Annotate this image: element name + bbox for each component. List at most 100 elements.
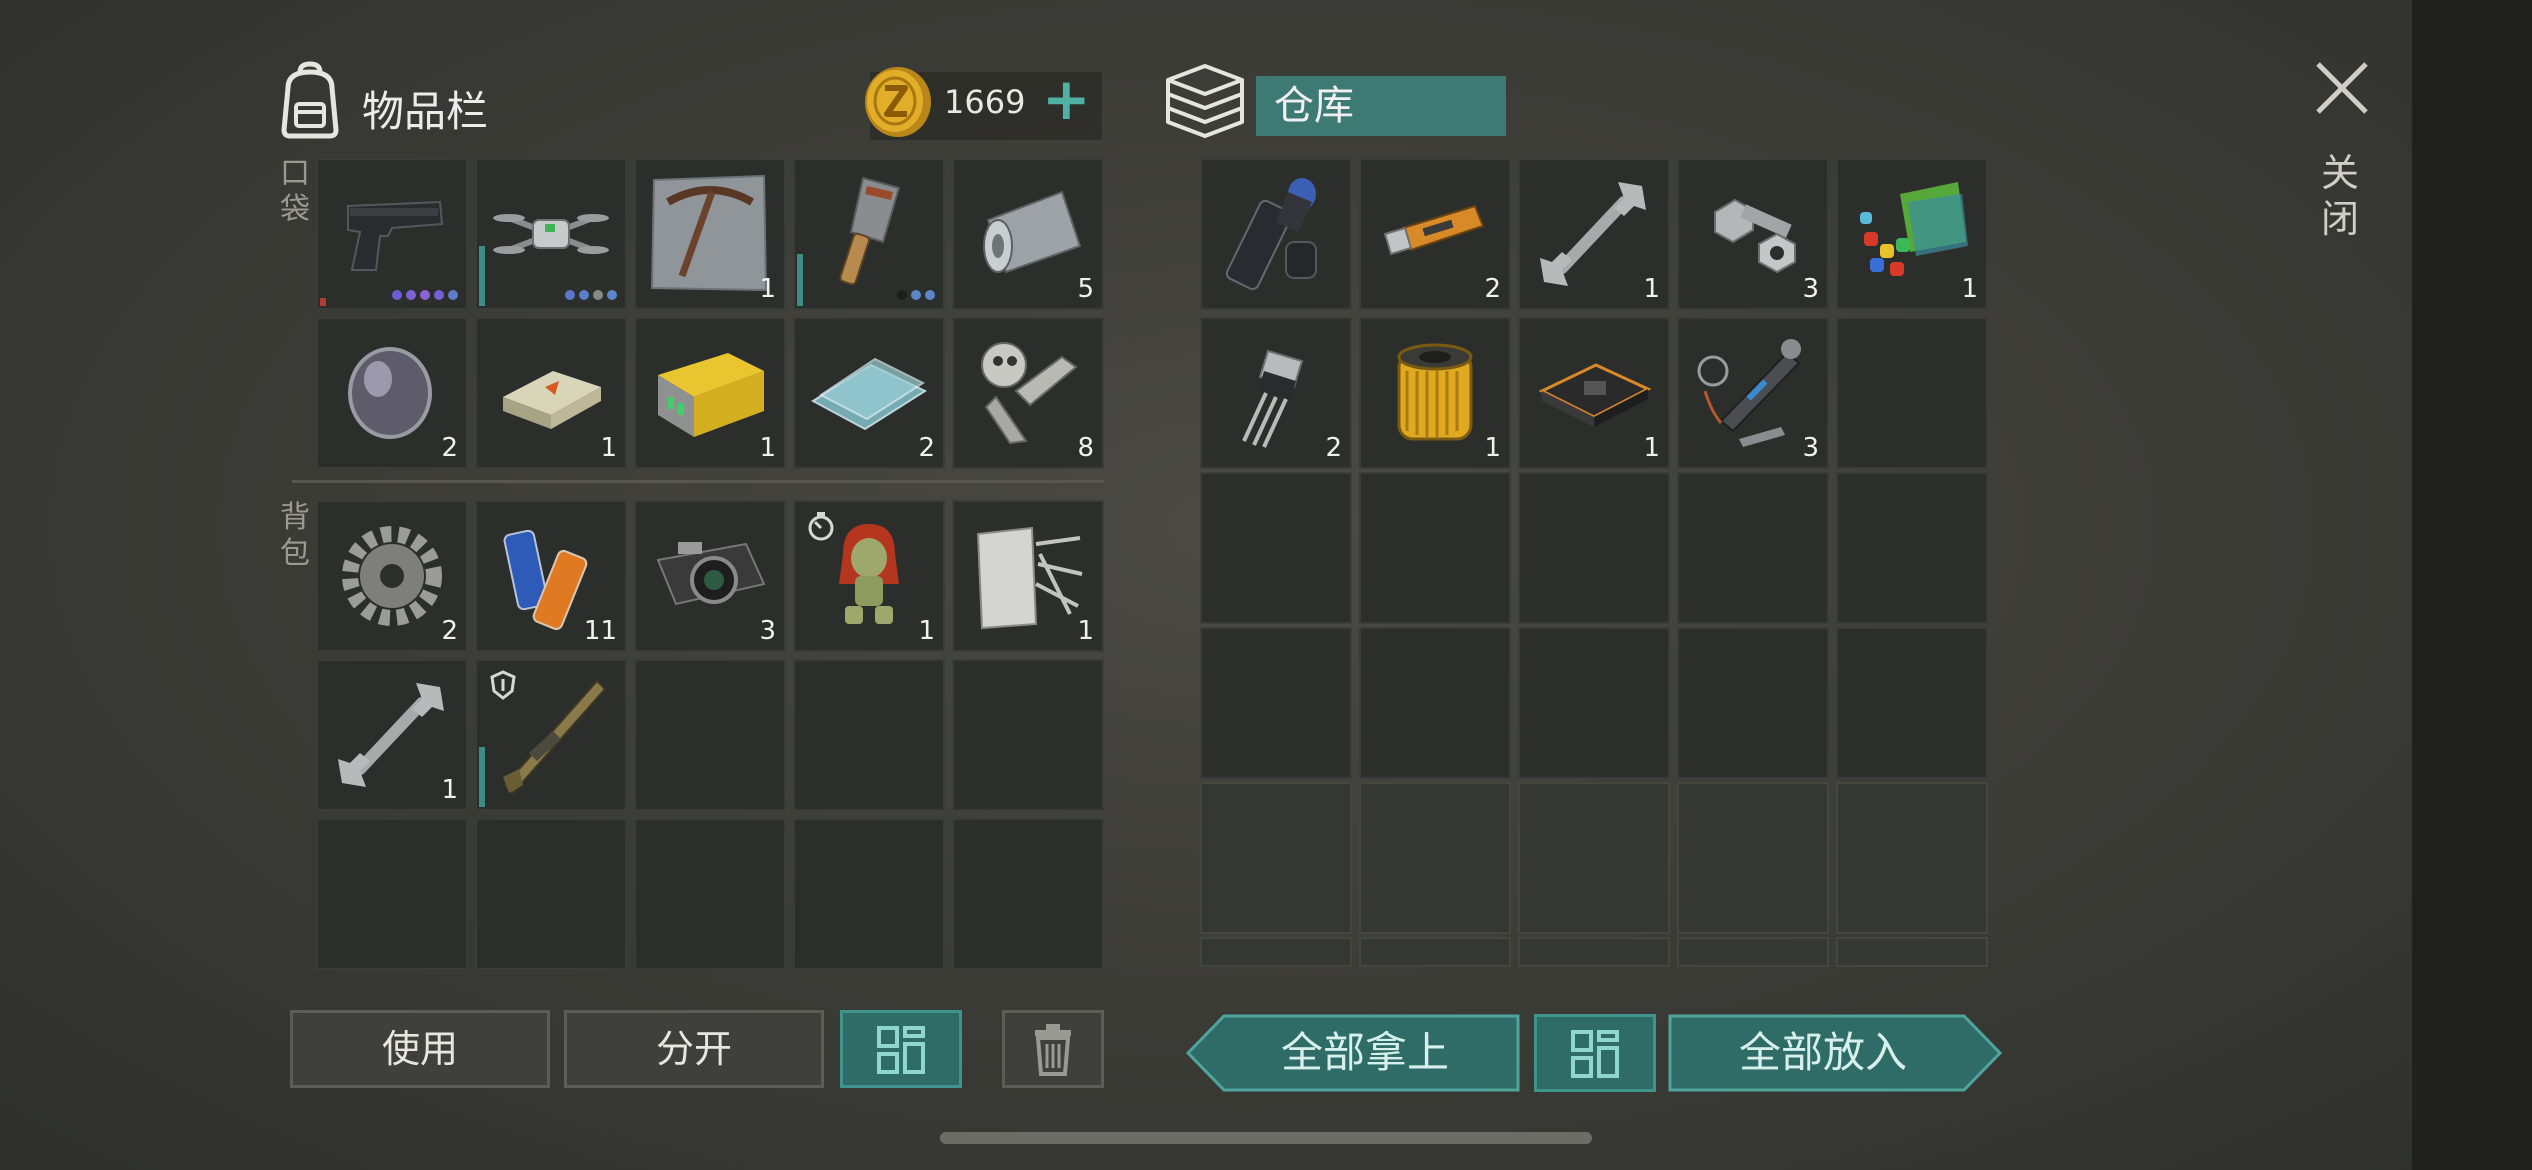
put-all-button[interactable]: 全部放入 bbox=[1668, 1014, 2002, 1092]
backpack-slot-empty[interactable] bbox=[316, 818, 468, 970]
item-count: 2 bbox=[1325, 433, 1342, 463]
storage-slot-empty[interactable] bbox=[1359, 627, 1511, 779]
storage-slot-empty[interactable] bbox=[1518, 627, 1670, 779]
backpack-slot-wrench[interactable]: 1 bbox=[316, 659, 468, 811]
storage-slot-locked[interactable] bbox=[1200, 782, 1352, 934]
close-icon[interactable] bbox=[2310, 56, 2374, 120]
pocket-slot-glass[interactable]: 2 bbox=[793, 317, 945, 469]
storage-slot-plastic[interactable]: 1 bbox=[1836, 158, 1988, 310]
close-label[interactable]: 关闭 bbox=[2320, 150, 2360, 242]
item-count: 5 bbox=[1077, 274, 1094, 304]
drone-icon bbox=[493, 214, 609, 254]
backpack-slot-empty[interactable] bbox=[952, 659, 1104, 811]
storage-slot-usb[interactable]: 2 bbox=[1359, 158, 1511, 310]
transistor-icon bbox=[1242, 349, 1304, 448]
storage-slot-locked[interactable] bbox=[1836, 937, 1988, 967]
storage-slot-motor-parts[interactable]: 3 bbox=[1677, 317, 1829, 469]
gear-icon bbox=[342, 526, 442, 626]
storage-slot-locked[interactable] bbox=[1518, 782, 1670, 934]
sort-storage-button[interactable] bbox=[1534, 1014, 1656, 1092]
item-count: 1 bbox=[600, 433, 617, 463]
fiber-cloth-icon bbox=[976, 526, 1083, 630]
backpack-slot-gear[interactable]: 2 bbox=[316, 500, 468, 652]
zombie-doll-icon bbox=[839, 524, 899, 624]
storage-slot-circuit-board[interactable]: 1 bbox=[1518, 317, 1670, 469]
item-count: 3 bbox=[759, 616, 776, 646]
backpack-slot-fiber-cloth[interactable]: 1 bbox=[952, 500, 1104, 652]
pickaxe-blueprint-icon bbox=[650, 174, 768, 292]
item-count: 1 bbox=[759, 274, 776, 304]
pocket-slot-battery-pack[interactable]: 1 bbox=[634, 317, 786, 469]
add-coins-button[interactable]: + bbox=[1042, 70, 1091, 128]
rifle-icon bbox=[503, 679, 607, 795]
pocket-slot-explosive[interactable]: 1 bbox=[475, 317, 627, 469]
item-count: 11 bbox=[583, 616, 617, 646]
storage-slot-empty[interactable] bbox=[1677, 627, 1829, 779]
flashlight-icon bbox=[1225, 178, 1317, 291]
backpack-slot-empty[interactable] bbox=[793, 659, 945, 811]
pocket-slot-pickaxe-blueprint[interactable]: 1 bbox=[634, 158, 786, 310]
storage-slot-empty[interactable] bbox=[1200, 472, 1352, 624]
backpack-slot-empty[interactable] bbox=[952, 818, 1104, 970]
put-all-label: 全部放入 bbox=[1738, 1028, 1907, 1077]
storage-slot-transistor[interactable]: 2 bbox=[1200, 317, 1352, 469]
storage-slot-locked[interactable] bbox=[1518, 937, 1670, 967]
storage-slot-locked[interactable] bbox=[1200, 937, 1352, 967]
storage-slot-wrench[interactable]: 1 bbox=[1518, 158, 1670, 310]
storage-slot-locked[interactable] bbox=[1359, 937, 1511, 967]
backpack-slot-batteries[interactable]: 11 bbox=[475, 500, 627, 652]
item-count: 1 bbox=[1643, 274, 1660, 304]
storage-slot-air-filter[interactable]: 1 bbox=[1359, 317, 1511, 469]
backpack-slot-empty[interactable] bbox=[793, 818, 945, 970]
pocket-slot-pistol[interactable] bbox=[316, 158, 468, 310]
storage-slot-empty[interactable] bbox=[1836, 627, 1988, 779]
item-count: 2 bbox=[918, 433, 935, 463]
storage-slot-empty[interactable] bbox=[1359, 472, 1511, 624]
backpack-label: 背包 bbox=[280, 500, 310, 571]
storage-slot-empty[interactable] bbox=[1518, 472, 1670, 624]
item-count: 2 bbox=[441, 616, 458, 646]
item-count: 1 bbox=[1077, 616, 1094, 646]
storage-slot-bolt-nut[interactable]: 3 bbox=[1677, 158, 1829, 310]
battery-pack-icon bbox=[658, 353, 764, 437]
item-count: 1 bbox=[1961, 274, 1978, 304]
mechanical-parts-icon bbox=[981, 342, 1078, 445]
pocket-slot-cleaver[interactable] bbox=[793, 158, 945, 310]
item-count: 3 bbox=[1802, 274, 1819, 304]
right-edge-strip bbox=[2412, 0, 2532, 1170]
backpack-slot-camera[interactable]: 3 bbox=[634, 500, 786, 652]
storage-slot-empty[interactable] bbox=[1200, 627, 1352, 779]
storage-slot-locked[interactable] bbox=[1836, 782, 1988, 934]
trash-button[interactable] bbox=[1002, 1010, 1104, 1088]
item-count: 2 bbox=[441, 433, 458, 463]
pocket-slot-lens[interactable]: 2 bbox=[316, 317, 468, 469]
storage-slot-empty[interactable] bbox=[1836, 472, 1988, 624]
trash-icon bbox=[1035, 1024, 1071, 1076]
storage-slot-locked[interactable] bbox=[1677, 782, 1829, 934]
take-all-label: 全部拿上 bbox=[1280, 1028, 1449, 1077]
use-button[interactable]: 使用 bbox=[290, 1010, 550, 1088]
storage-slot-empty[interactable] bbox=[1836, 317, 1988, 469]
pocket-slot-drone[interactable] bbox=[475, 158, 627, 310]
backpack-slot-rifle[interactable] bbox=[475, 659, 627, 811]
pocket-slot-metal-sheet[interactable]: 5 bbox=[952, 158, 1104, 310]
storage-slot-flashlight[interactable] bbox=[1200, 158, 1352, 310]
backpack-slot-zombie-doll[interactable]: 1 bbox=[793, 500, 945, 652]
metal-sheet-roll-icon bbox=[983, 190, 1082, 274]
storage-slot-locked[interactable] bbox=[1677, 937, 1829, 967]
home-indicator[interactable] bbox=[940, 1132, 1592, 1144]
split-button[interactable]: 分开 bbox=[564, 1010, 824, 1088]
item-count: 8 bbox=[1077, 433, 1094, 463]
backpack-slot-empty[interactable] bbox=[634, 659, 786, 811]
take-all-button[interactable]: 全部拿上 bbox=[1186, 1014, 1520, 1092]
sort-inventory-button[interactable] bbox=[840, 1010, 962, 1088]
durability-bar bbox=[797, 254, 803, 306]
cleaver-icon bbox=[839, 176, 901, 286]
wrench-icon bbox=[1540, 182, 1646, 286]
backpack-slot-empty[interactable] bbox=[475, 818, 627, 970]
storage-slot-empty[interactable] bbox=[1677, 472, 1829, 624]
pocket-slot-mech-parts[interactable]: 8 bbox=[952, 317, 1104, 469]
backpack-slot-empty[interactable] bbox=[634, 818, 786, 970]
storage-slot-locked[interactable] bbox=[1359, 782, 1511, 934]
lens-icon bbox=[348, 347, 432, 439]
